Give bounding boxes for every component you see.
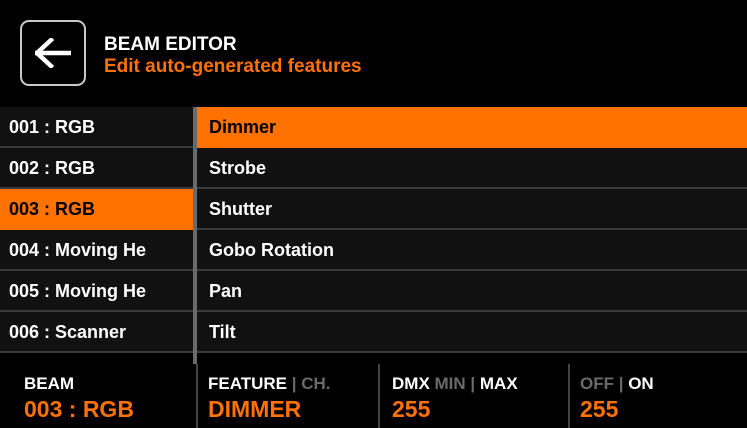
feature-list-item[interactable]: Shutter (197, 189, 747, 230)
off-label: OFF (580, 374, 614, 393)
dmx-label: DMX (392, 374, 430, 393)
beam-list: 001 : RGB 002 : RGB 003 : RGB 004 : Moving … (0, 107, 193, 353)
min-label: MIN (434, 374, 466, 393)
footer-beam-label: BEAM (24, 374, 75, 393)
title-block: BEAM EDITOR Edit auto-generated features (104, 34, 362, 78)
footer-status: BEAM 003 : RGB FEATURE | CH. DIMMER DMX … (0, 364, 747, 428)
footer-dmx[interactable]: DMX MIN | MAX 255 (380, 364, 566, 428)
footer-on-value: 255 (580, 396, 619, 422)
label-separator: | (614, 374, 629, 393)
beam-list-item[interactable]: 004 : Moving He (0, 230, 193, 271)
footer-dmx-label: DMX MIN | MAX (392, 374, 518, 394)
label-separator: | (287, 374, 302, 393)
header: BEAM EDITOR Edit auto-generated features (0, 0, 747, 107)
footer-feature-label: FEATURE | CH. (208, 374, 331, 394)
page-title: BEAM EDITOR (104, 34, 237, 55)
footer-beam[interactable]: BEAM 003 : RGB (0, 364, 193, 428)
feature-label: FEATURE (208, 374, 288, 393)
feature-list-item[interactable]: Dimmer (197, 107, 747, 148)
beam-list-item[interactable]: 006 : Scanner (0, 312, 193, 353)
on-label: ON (628, 374, 654, 393)
footer-onoff-label: OFF | ON (580, 374, 654, 394)
beam-list-item[interactable]: 002 : RGB (0, 148, 193, 189)
max-label: MAX (479, 374, 518, 393)
footer-beam-value: 003 : RGB (24, 396, 134, 422)
feature-list-item[interactable]: Gobo Rotation (197, 230, 747, 271)
ch-label: CH. (301, 374, 331, 393)
page-subtitle: Edit auto-generated features (104, 56, 362, 77)
label-separator: | (465, 374, 480, 393)
feature-list-item[interactable]: Strobe (197, 148, 747, 189)
back-button[interactable] (20, 20, 86, 86)
feature-list-item[interactable]: Tilt (197, 312, 747, 353)
footer-onoff[interactable]: OFF | ON 255 (570, 364, 747, 428)
footer-dmx-value: 255 (392, 396, 431, 422)
beam-list-item[interactable]: 003 : RGB (0, 189, 193, 230)
feature-list-item[interactable]: Pan (197, 271, 747, 312)
arrow-left-icon (35, 38, 71, 68)
footer-feature[interactable]: FEATURE | CH. DIMMER (198, 364, 374, 428)
footer-feature-value: DIMMER (208, 396, 302, 422)
beam-list-item[interactable]: 005 : Moving He (0, 271, 193, 312)
feature-list: Dimmer Strobe Shutter Gobo Rotation Pan Tilt (197, 107, 747, 353)
beam-list-item[interactable]: 001 : RGB (0, 107, 193, 148)
